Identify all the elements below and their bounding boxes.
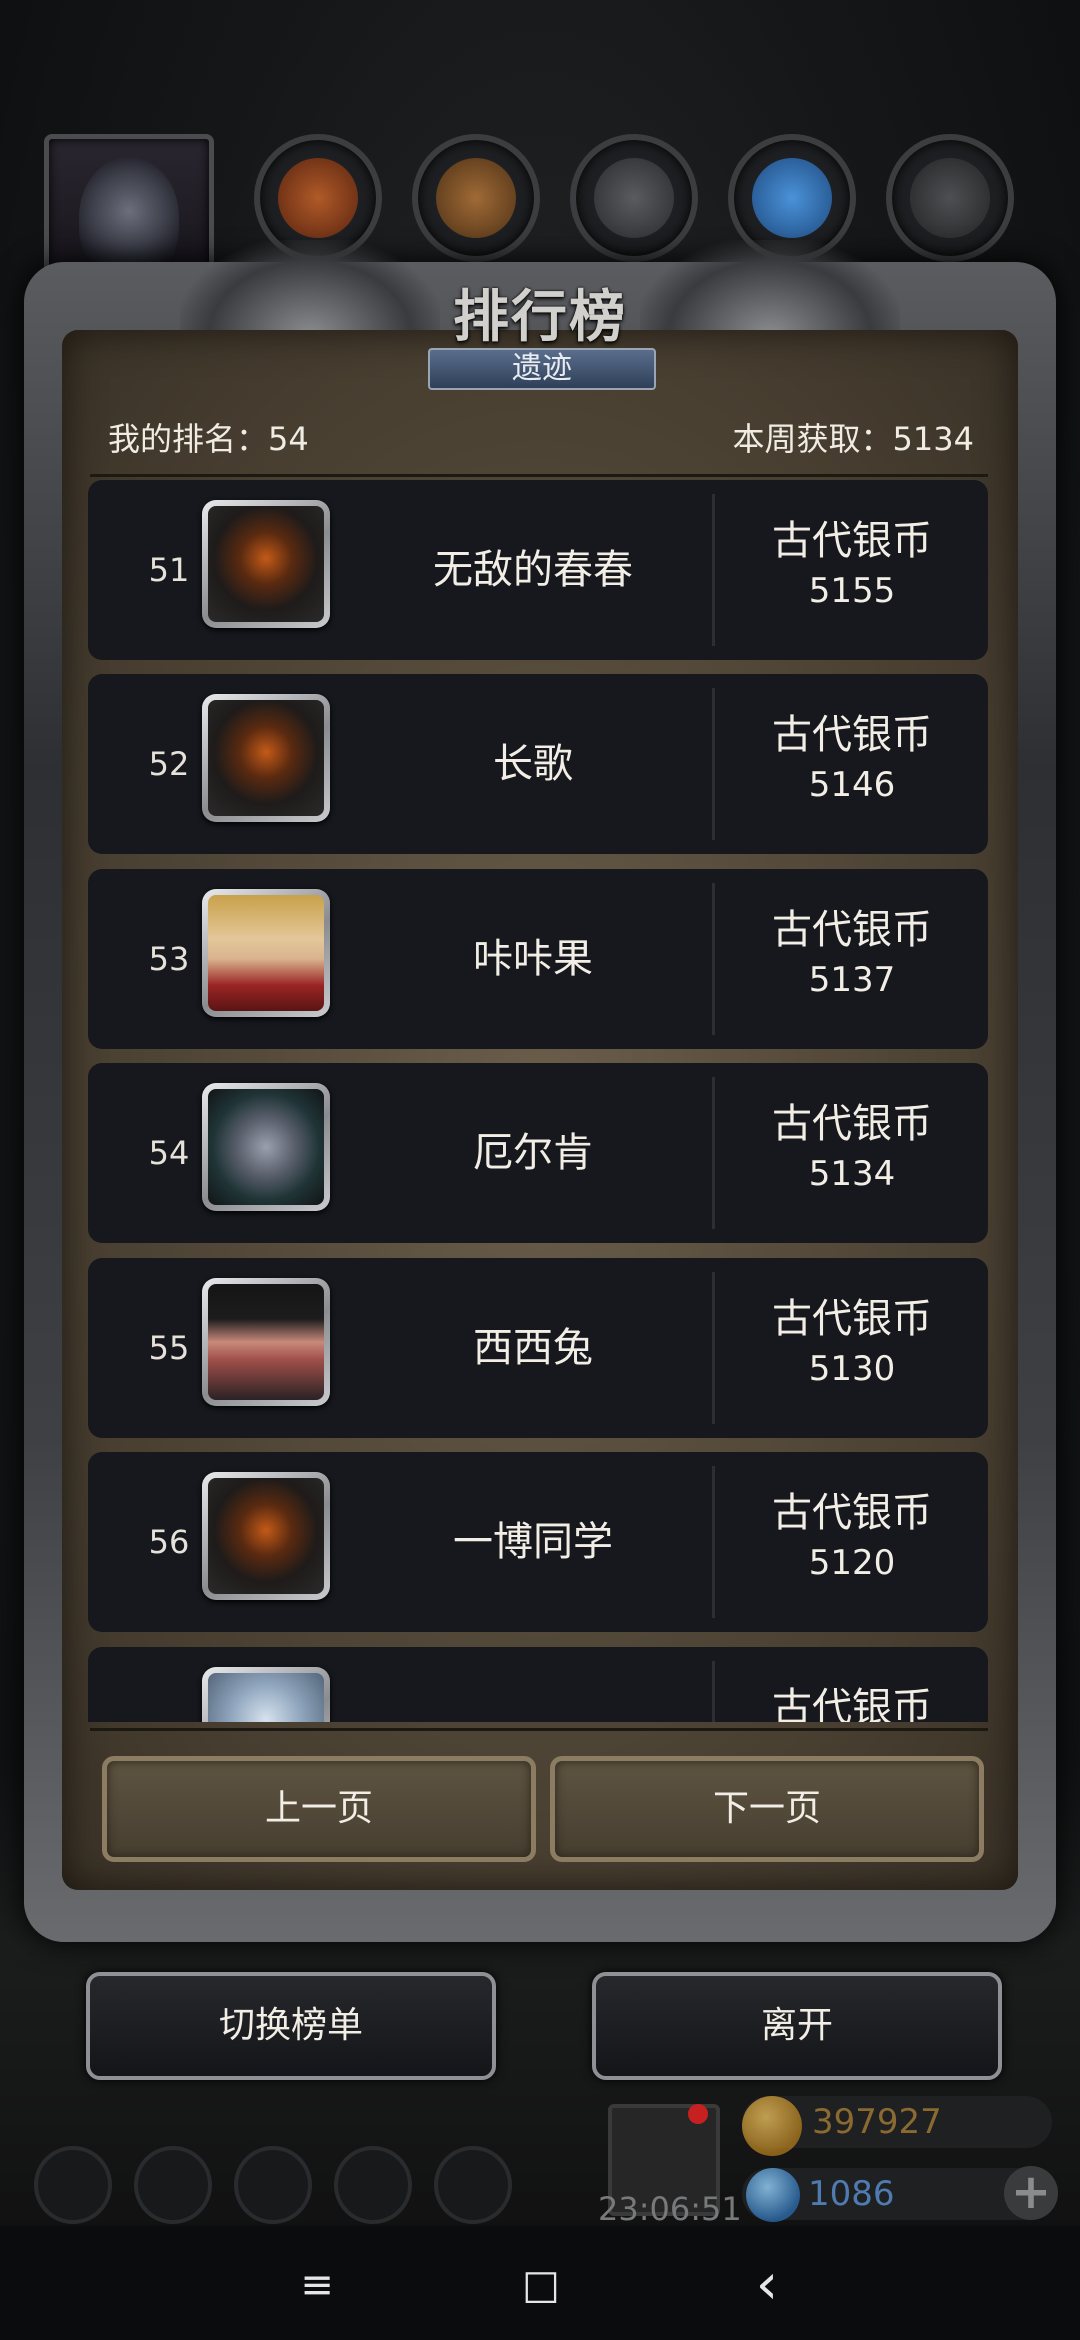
leave-button[interactable]: 离开 (592, 1972, 1002, 2080)
next-page-button[interactable]: 下一页 (550, 1756, 984, 1862)
ranking-row[interactable]: 55 西西兔 古代银币 5130 (88, 1258, 988, 1438)
divider (90, 474, 988, 477)
rank-number: 54 (148, 1134, 190, 1172)
event-timer: 23:06:51 (598, 2190, 742, 2228)
reward-cell: 古代银币 5146 (716, 710, 988, 810)
column-divider (712, 1661, 715, 1722)
iron-resource-icon[interactable] (886, 134, 1014, 262)
column-divider (712, 1077, 715, 1229)
bag-icon[interactable] (234, 2146, 312, 2224)
ranking-row[interactable]: 古代银币 (88, 1647, 988, 1722)
ranking-row[interactable]: 54 厄尔肯 古代银币 5134 (88, 1063, 988, 1243)
reward-cell: 古代银币 5134 (716, 1099, 988, 1199)
rank-number: 52 (148, 745, 190, 783)
reward-amount: 5120 (808, 1543, 896, 1583)
mail-icon[interactable] (334, 2146, 412, 2224)
reward-amount: 5155 (808, 571, 896, 611)
panel-title: 排行榜 (453, 284, 627, 350)
column-divider (712, 1272, 715, 1424)
reward-amount: 5134 (808, 1154, 896, 1194)
reward-name: 古代银币 (772, 1490, 932, 1536)
reward-cell: 古代银币 5120 (716, 1488, 988, 1588)
reward-cell: 古代银币 5130 (716, 1294, 988, 1394)
reward-name: 古代银币 (772, 518, 932, 564)
player-name (348, 1647, 718, 1722)
player-name: 一博同学 (453, 1519, 613, 1565)
ranking-row[interactable]: 53 咔咔果 古代银币 5137 (88, 869, 988, 1049)
rank-number: 56 (148, 1523, 190, 1561)
rank-number (142, 1647, 196, 1722)
previous-page-button[interactable]: 上一页 (102, 1756, 536, 1862)
ranking-row[interactable]: 52 长歌 古代银币 5146 (88, 674, 988, 854)
menu-icon[interactable]: ≡ (282, 2250, 352, 2320)
hooded-figure-avatar[interactable] (202, 1472, 330, 1600)
column-divider (712, 688, 715, 840)
hooded-figure-avatar[interactable] (202, 694, 330, 822)
hat-girl-avatar[interactable] (202, 1278, 330, 1406)
ranking-row[interactable]: 51 无敌的春春 古代银币 5155 (88, 480, 988, 660)
gem-icon (746, 2168, 800, 2222)
settings-icon[interactable] (34, 2146, 112, 2224)
gem-amount: 1086 (808, 2174, 895, 2214)
switch-leaderboard-button[interactable]: 切换榜单 (86, 1972, 496, 2080)
reward-name: 古代银币 (772, 1101, 932, 1147)
home-icon[interactable]: □ (506, 2250, 576, 2320)
column-divider (712, 1466, 715, 1618)
notification-dot (688, 2104, 708, 2124)
player-name: 无敌的春春 (433, 547, 633, 593)
silver-crown-avatar[interactable] (202, 1667, 330, 1722)
reward-name: 古代银币 (772, 907, 932, 953)
horned-woman-avatar[interactable] (202, 1083, 330, 1211)
rank-number: 51 (148, 551, 190, 589)
ranking-list[interactable]: 51 无敌的春春 古代银币 5155 52 长歌 古代银币 5146 53 咔咔… (88, 480, 988, 1722)
guild-icon[interactable] (434, 2146, 512, 2224)
rank-number: 53 (148, 940, 190, 978)
reward-cell: 古代银币 5155 (716, 516, 988, 616)
reward-cell: 古代银币 5137 (716, 905, 988, 1005)
weekly-gain: 本周获取：5134 (732, 420, 974, 458)
ranking-row[interactable]: 56 一博同学 古代银币 5120 (88, 1452, 988, 1632)
hero-icon[interactable] (134, 2146, 212, 2224)
gold-coin-icon (742, 2096, 802, 2156)
add-currency-button[interactable]: + (1004, 2166, 1058, 2220)
player-name: 厄尔肯 (473, 1130, 593, 1176)
reward-cell: 古代银币 (716, 1683, 988, 1722)
reward-name: 古代银币 (772, 1685, 932, 1722)
reward-amount: 5130 (808, 1349, 896, 1389)
player-name: 咔咔果 (473, 936, 593, 982)
player-avatar (79, 157, 179, 277)
hooded-figure-avatar[interactable] (202, 500, 330, 628)
my-rank: 我的排名：54 (108, 420, 309, 458)
reward-amount: 5146 (808, 765, 896, 805)
player-name: 长歌 (493, 741, 573, 787)
divider (90, 1728, 988, 1731)
rank-number: 55 (148, 1329, 190, 1367)
blonde-girl-avatar[interactable] (202, 889, 330, 1017)
reward-amount: 5137 (808, 960, 896, 1000)
gold-amount: 397927 (812, 2102, 942, 2142)
column-divider (712, 494, 715, 646)
reward-name: 古代银币 (772, 712, 932, 758)
back-icon[interactable]: ‹ (732, 2250, 802, 2320)
reward-name: 古代银币 (772, 1296, 932, 1342)
player-name: 西西兔 (473, 1325, 593, 1371)
category-tab[interactable]: 遗迹 (428, 348, 656, 390)
column-divider (712, 883, 715, 1035)
